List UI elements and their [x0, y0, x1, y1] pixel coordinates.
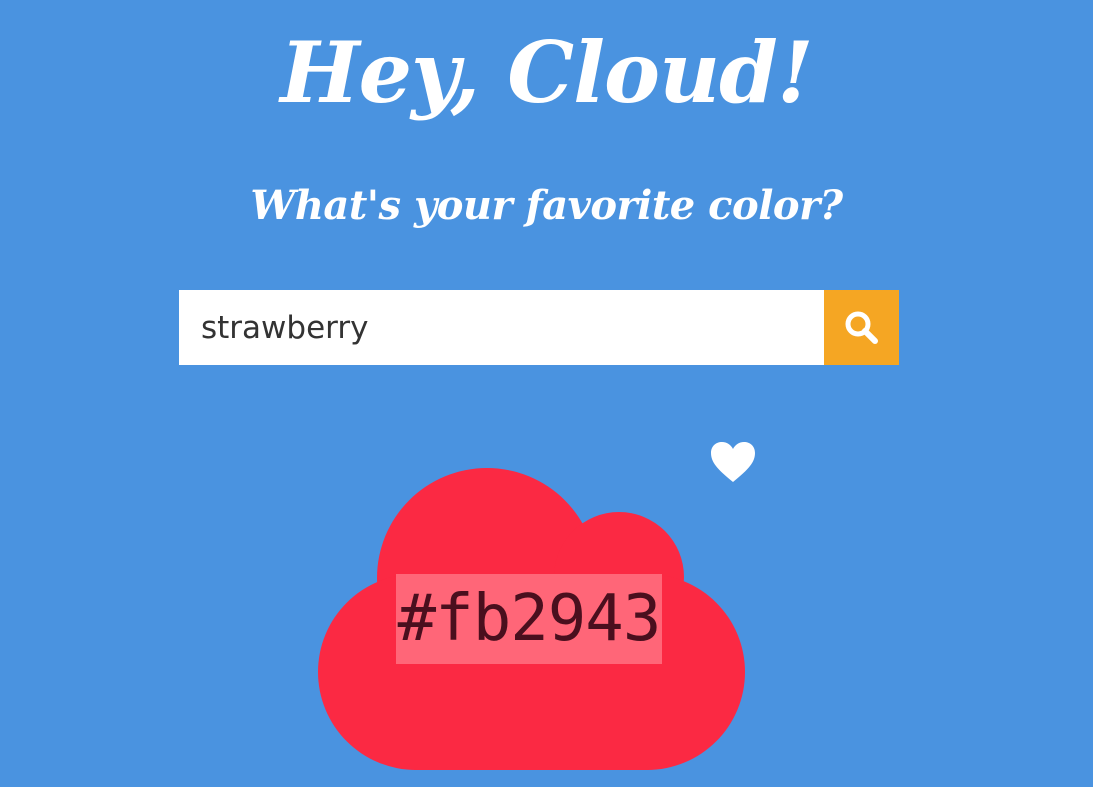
hex-code-label: #fb2943	[396, 574, 662, 664]
search-button[interactable]	[824, 290, 899, 365]
search-icon	[845, 311, 878, 344]
page-title: Hey, Cloud!	[280, 23, 814, 122]
page-subtitle: What's your favorite color?	[250, 182, 843, 229]
search-input[interactable]	[179, 290, 824, 365]
search-bar	[179, 290, 899, 365]
